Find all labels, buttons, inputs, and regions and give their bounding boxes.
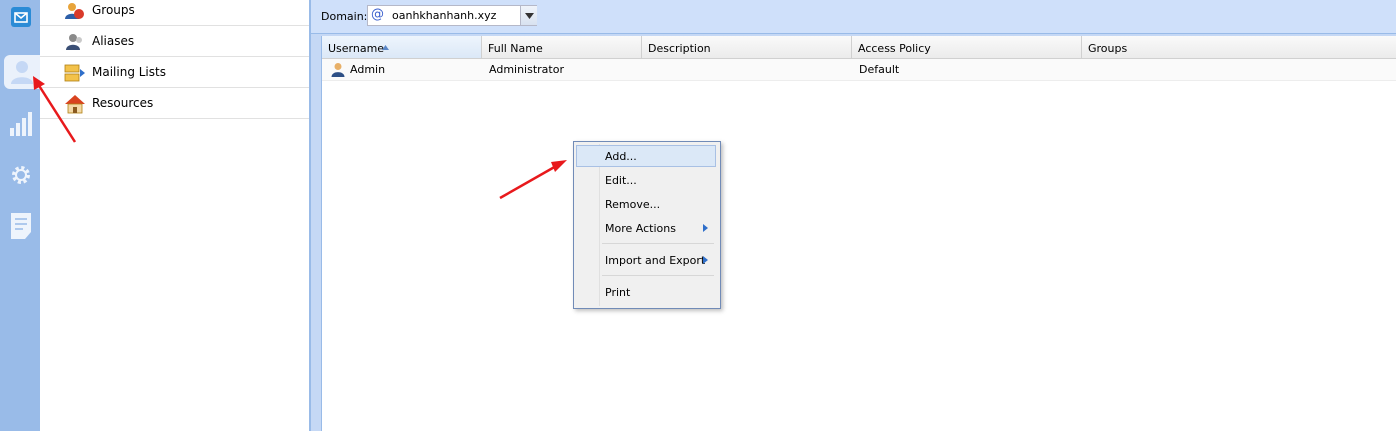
settings-icon[interactable] [4,158,38,192]
nav-item-resources[interactable]: Resources [40,88,309,119]
nav-item-label: Resources [92,96,154,110]
mailing-lists-icon [64,63,86,83]
nav-item-label: Mailing Lists [92,65,166,79]
column-header-groups[interactable]: Groups [1082,36,1396,58]
table-row[interactable]: Admin Administrator Default [322,59,1396,81]
toolbar: Domain: @ oanhkhanhanh.xyz [311,0,1396,34]
users-grid: Username Full Name Description Access Po… [321,36,1396,431]
aliases-icon [64,32,86,52]
groups-icon [64,1,86,21]
nav-item-label: Groups [92,3,135,17]
nav-item-groups[interactable]: Groups [40,0,309,26]
column-header-label: Description [648,42,711,55]
at-sign-icon: @ [371,7,384,22]
column-header-full-name[interactable]: Full Name [482,36,642,58]
app-icon-rail [0,0,40,431]
grid-header: Username Full Name Description Access Po… [322,36,1396,59]
menu-item-label: Edit... [605,174,637,187]
menu-item-label: Print [605,286,631,299]
menu-item-label: Add... [605,150,637,163]
cell-username: Admin [350,63,386,76]
column-header-label: Groups [1088,42,1128,55]
cell-full-name: Administrator [489,63,564,76]
column-header-label: Access Policy [858,42,931,55]
users-icon[interactable] [4,55,40,89]
nav-panel: Groups Aliases Mailing Lists Resources [40,0,309,431]
logs-icon[interactable] [4,209,38,243]
menu-item-edit[interactable]: Edit... [576,169,716,191]
statistics-icon[interactable] [4,106,38,140]
submenu-arrow-icon [703,224,708,232]
nav-item-aliases[interactable]: Aliases [40,26,309,57]
menu-item-print[interactable]: Print [576,281,716,303]
menu-separator [602,275,714,276]
menu-item-import-export[interactable]: Import and Export [576,249,716,271]
sort-ascending-icon [382,45,389,50]
context-menu: Add... Edit... Remove... More Actions Im… [573,141,721,309]
domain-label: Domain: [321,10,368,23]
menu-item-label: Import and Export [605,254,706,267]
column-header-label: Username [328,42,385,55]
menu-separator [602,243,714,244]
submenu-arrow-icon [703,256,708,264]
column-header-label: Full Name [488,42,543,55]
domain-select[interactable]: @ oanhkhanhanh.xyz [367,5,537,26]
resources-icon [64,94,86,114]
nav-item-label: Aliases [92,34,135,48]
cell-access-policy: Default [859,63,900,76]
column-header-description[interactable]: Description [642,36,852,58]
column-header-access-policy[interactable]: Access Policy [852,36,1082,58]
menu-item-add[interactable]: Add... [576,145,716,167]
menu-item-label: More Actions [605,222,676,235]
user-icon [331,63,345,77]
main-panel: Domain: @ oanhkhanhanh.xyz Username Full… [311,0,1396,431]
domain-value: oanhkhanhanh.xyz [392,9,497,22]
nav-item-mailing-lists[interactable]: Mailing Lists [40,57,309,88]
menu-item-more-actions[interactable]: More Actions [576,217,716,239]
mail-icon[interactable] [4,0,38,34]
menu-item-label: Remove... [605,198,661,211]
column-header-username[interactable]: Username [322,36,482,58]
menu-item-remove[interactable]: Remove... [576,193,716,215]
chevron-down-icon[interactable] [520,6,537,25]
